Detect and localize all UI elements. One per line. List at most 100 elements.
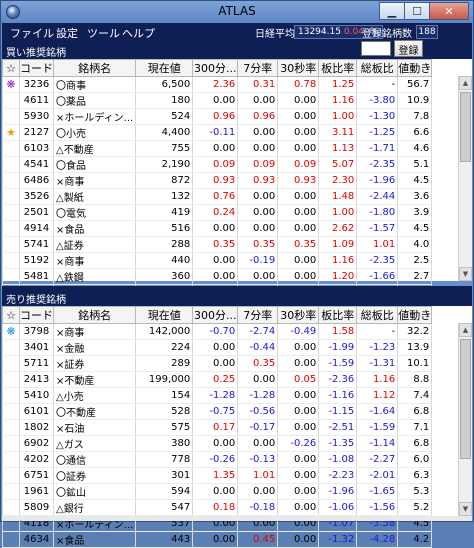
buy-table-row[interactable]: 6103 △不動産 755 0.00 0.00 0.00 1.13 -1.71 4.6 (2, 140, 433, 157)
star-icon[interactable]: ★ (2, 124, 20, 141)
favorite-cell[interactable] (2, 156, 20, 173)
board-ratio-value: 1.58 (318, 323, 358, 340)
register-code-input[interactable] (361, 41, 391, 56)
minimize-icon[interactable]: ▁ (379, 2, 405, 20)
column-header-rate-300m[interactable]: 300分... (192, 59, 239, 77)
buy-table-row[interactable]: 5741 △証券 288 0.35 0.35 0.35 1.09 1.01 4.0 (2, 236, 433, 253)
sell-table-row[interactable]: 6101 〇不動産 528 -0.75 -0.56 0.00 -1.15 -1.64 6.8 (2, 403, 433, 420)
movement-value: 13.9 (397, 339, 433, 356)
column-header-total-board-ratio[interactable]: 総板比 (356, 59, 399, 77)
register-button[interactable]: 登録 (394, 40, 423, 57)
column-header-favorite[interactable]: ☆ (2, 59, 20, 77)
column-header-price[interactable]: 現在値 (135, 59, 194, 77)
total-board-ratio-value: -1.59 (356, 419, 399, 436)
sell-table-row[interactable]: ❋ 3798 ×商事 142,000 -0.70 -2.74 -0.49 1.58-32.2 (2, 323, 433, 340)
favorite-cell[interactable] (2, 435, 20, 452)
column-header-code[interactable]: コード (19, 306, 54, 324)
maximize-icon[interactable]: ☐ (404, 2, 430, 20)
column-header-rate-7m[interactable]: 7分率 (237, 59, 279, 77)
buy-table-row[interactable]: ❋ 3236 〇商事 6,500 2.36 0.31 0.78 1.25-56.7 (2, 76, 433, 93)
sell-table-row[interactable]: 5711 ×証券 289 0.00 0.35 0.00 -1.59 -1.31 10.1 (2, 355, 433, 372)
buy-table-row[interactable]: 4611 〇薬品 180 0.00 0.00 0.00 1.16 -3.80 10.9 (2, 92, 433, 109)
column-header-total-board-ratio[interactable]: 総板比 (356, 306, 399, 324)
buy-table-row[interactable]: 2501 〇電気 419 0.24 0.00 0.00 1.00 -1.80 3.9 (2, 204, 433, 221)
favorite-cell[interactable] (2, 371, 20, 388)
favorite-cell[interactable] (2, 204, 20, 221)
buy-table-row[interactable]: 5481 △鉄鋼 360 0.00 0.00 0.00 1.20 -1.66 2.7 (2, 268, 433, 285)
scroll-thumb[interactable] (460, 339, 471, 459)
sell-table-row[interactable]: 1802 ×石油 575 0.17 -0.17 0.00 -2.51 -1.59 7.1 (2, 419, 433, 436)
favorite-cell[interactable] (2, 252, 20, 269)
sell-table-row[interactable]: 5410 △小売 154 -1.28 -1.28 0.00 -1.16 1.12 7.4 (2, 387, 433, 404)
favorite-cell[interactable] (2, 499, 20, 516)
favorite-cell[interactable] (2, 236, 20, 253)
column-header-board-ratio[interactable]: 板比率 (318, 59, 358, 77)
scroll-thumb[interactable] (460, 92, 471, 162)
sell-table-row[interactable]: 1961 〇鉱山 594 0.00 0.00 0.00 -1.96 -1.65 5.3 (2, 483, 433, 500)
favorite-cell[interactable] (2, 172, 20, 189)
sell-table-row[interactable]: 5809 △銀行 547 0.18 -0.18 0.00 -1.06 -1.56 5.2 (2, 499, 433, 516)
favorite-cell[interactable] (2, 220, 20, 237)
column-header-rate-7m[interactable]: 7分率 (237, 306, 279, 324)
rate-30s-value: 0.00 (277, 499, 320, 516)
column-header-favorite[interactable]: ☆ (2, 306, 20, 324)
favorite-cell[interactable] (2, 531, 20, 548)
sell-table-row[interactable]: 6902 △ガス 380 0.00 0.00 -0.26 -1.35 -1.14 6.8 (2, 435, 433, 452)
favorite-cell[interactable] (2, 451, 20, 468)
scroll-down-icon[interactable]: ▼ (459, 502, 472, 516)
buy-table-row[interactable]: 3526 △製紙 132 0.76 0.00 0.00 1.48 -2.44 3.6 (2, 188, 433, 205)
favorite-cell[interactable] (2, 188, 20, 205)
column-header-price[interactable]: 現在値 (135, 306, 194, 324)
column-header-name[interactable]: 銘柄名 (52, 59, 137, 77)
column-header-rate-30s[interactable]: 30秒率 (277, 59, 320, 77)
column-header-rate-30s[interactable]: 30秒率 (277, 306, 320, 324)
flag-icon[interactable]: ❋ (2, 76, 20, 93)
board-ratio-value: 1.00 (318, 108, 358, 125)
sell-table-row[interactable]: 2413 ×不動産 199,000 0.25 0.00 0.05 -2.36 1.16 8.8 (2, 371, 433, 388)
favorite-cell[interactable] (2, 419, 20, 436)
board-ratio-value: -1.32 (318, 531, 358, 548)
favorite-cell[interactable] (2, 387, 20, 404)
favorite-cell[interactable] (2, 268, 20, 285)
favorite-cell[interactable] (2, 108, 20, 125)
buy-table-row[interactable]: 4541 〇食品 2,190 0.09 0.09 0.09 5.07 -2.35 5.1 (2, 156, 433, 173)
favorite-cell[interactable] (2, 339, 20, 356)
menu-help[interactable]: ヘルプ (122, 25, 155, 41)
menu-file[interactable]: ファイル (10, 25, 54, 41)
title-bar[interactable]: ATLAS ▁ ☐ ✕ (1, 1, 473, 23)
buy-table-row[interactable]: ★ 2127 〇小売 4,400 -0.11 0.00 0.00 3.11 -1.25 6.6 (2, 124, 433, 141)
menu-settings[interactable]: 設定 (56, 25, 78, 41)
sell-table-row[interactable]: 4634 ×食品 443 0.00 0.45 0.00 -1.32 -4.28 4.2 (2, 531, 433, 548)
buy-table-row[interactable]: 5192 ×商事 440 0.00 -0.19 0.00 1.16 -2.35 2.5 (2, 252, 433, 269)
scroll-up-icon[interactable]: ▲ (459, 323, 472, 337)
buy-table-row[interactable]: 6486 ×商事 872 0.93 0.93 0.93 2.30 -1.96 4.5 (2, 172, 433, 189)
board-ratio-value: -1.08 (318, 451, 358, 468)
flag-icon[interactable]: ❋ (2, 323, 20, 340)
buy-table-row[interactable]: 4914 ×食品 516 0.00 0.00 0.00 2.62 -1.57 4.5 (2, 220, 433, 237)
sell-table-row[interactable]: 4202 〇通信 778 -0.26 -0.13 0.00 -1.08 -2.27 6.0 (2, 451, 433, 468)
scroll-down-icon[interactable]: ▼ (459, 267, 472, 281)
column-header-movement[interactable]: 値動き (397, 306, 433, 324)
sell-table-row[interactable]: 3401 ×金融 224 0.00 -0.44 0.00 -1.99 -1.23 13.9 (2, 339, 433, 356)
favorite-cell[interactable] (2, 355, 20, 372)
board-ratio-value: 1.48 (318, 188, 358, 205)
menu-tools[interactable]: ツール (87, 25, 120, 41)
buy-table-row[interactable]: 5930 ×ホールディン... 524 0.96 0.96 0.00 1.00 -1.30 7.… (2, 108, 433, 125)
favorite-cell[interactable] (2, 403, 20, 420)
close-icon[interactable]: ✕ (429, 2, 469, 20)
favorite-cell[interactable] (2, 483, 20, 500)
total-board-ratio-value: -3.80 (356, 92, 399, 109)
column-header-rate-300m[interactable]: 300分... (192, 306, 239, 324)
column-header-name[interactable]: 銘柄名 (52, 306, 137, 324)
favorite-cell[interactable] (2, 467, 20, 484)
sell-table-scrollbar[interactable]: ▲ ▼ (458, 323, 472, 516)
scroll-up-icon[interactable]: ▲ (459, 76, 472, 90)
board-ratio-value: -2.36 (318, 371, 358, 388)
sell-table-row[interactable]: 6751 〇証券 301 1.35 1.01 0.00 -2.23 -2.01 6.3 (2, 467, 433, 484)
buy-table-scrollbar[interactable]: ▲ ▼ (458, 76, 472, 281)
favorite-cell[interactable] (2, 92, 20, 109)
column-header-board-ratio[interactable]: 板比率 (318, 306, 358, 324)
column-header-code[interactable]: コード (19, 59, 54, 77)
column-header-movement[interactable]: 値動き (397, 59, 433, 77)
favorite-cell[interactable] (2, 140, 20, 157)
